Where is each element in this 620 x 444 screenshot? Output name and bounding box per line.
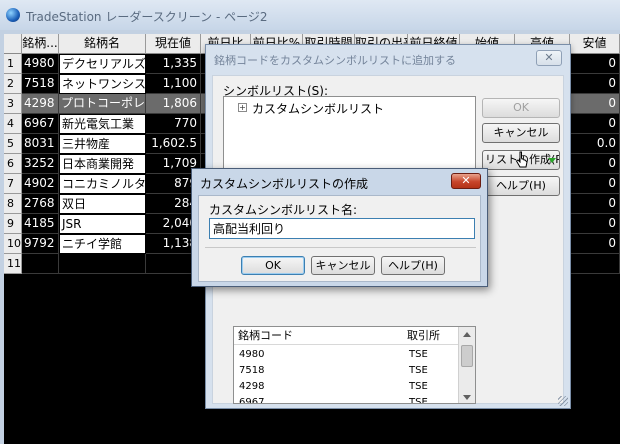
dialog-body: カスタムシンボルリスト名: OK キャンセル ヘルプ(H) xyxy=(198,195,481,282)
low-price-cell[interactable]: 0.0 xyxy=(570,134,620,154)
window-title: TradeStation レーダースクリーン - ページ2 xyxy=(26,10,268,24)
symbol-code-cell[interactable]: 9792 xyxy=(22,234,59,254)
row-number[interactable]: 5 xyxy=(4,134,22,154)
symbol-name-cell[interactable]: コニカミノルタ xyxy=(59,174,146,194)
scroll-thumb[interactable] xyxy=(461,345,473,367)
list-name-label: カスタムシンボルリスト名: xyxy=(209,203,358,217)
symbol-code-cell[interactable]: 3252 xyxy=(22,154,59,174)
row-number[interactable]: 8 xyxy=(4,194,22,214)
symbol-name-cell[interactable]: 日本商業開発 xyxy=(59,154,146,174)
symbol-code-cell[interactable]: 4185 xyxy=(22,214,59,234)
row-number[interactable]: 11 xyxy=(4,254,22,274)
column-header[interactable]: 安値 xyxy=(570,34,620,54)
list-item-code[interactable]: 7518 xyxy=(239,363,399,379)
low-price-cell[interactable]: 0 xyxy=(570,194,620,214)
title-bar[interactable]: TradeStation レーダースクリーン - ページ2 xyxy=(0,0,620,30)
ok-button[interactable]: OK xyxy=(241,256,305,275)
vertical-scrollbar[interactable] xyxy=(458,327,475,403)
row-number[interactable]: 9 xyxy=(4,214,22,234)
last-price-cell[interactable]: 1,100 xyxy=(146,74,201,94)
tree-item-custom-symbol-list[interactable]: カスタムシンボルリスト xyxy=(252,100,384,117)
row-number[interactable]: 3 xyxy=(4,94,22,114)
low-price-cell[interactable]: 0 xyxy=(570,94,620,114)
list-item-exchange[interactable]: TSE xyxy=(409,395,459,403)
scroll-up-icon[interactable] xyxy=(463,332,471,337)
scroll-down-icon[interactable] xyxy=(463,395,471,400)
symbol-name-cell[interactable]: JSR xyxy=(59,214,146,234)
list-item-exchange[interactable]: TSE xyxy=(409,379,459,395)
symbol-code-cell[interactable] xyxy=(22,254,59,274)
last-price-cell[interactable]: 1,335 xyxy=(146,54,201,74)
list-item-code[interactable]: 4298 xyxy=(239,379,399,395)
mouse-pointer-icon xyxy=(515,151,528,168)
row-number[interactable]: 4 xyxy=(4,114,22,134)
dialog-title: 銘柄コードをカスタムシンボルリストに追加する xyxy=(214,54,456,67)
last-price-cell[interactable]: 1,806 xyxy=(146,94,201,114)
low-price-cell[interactable]: 0 xyxy=(570,114,620,134)
list-item-exchange[interactable]: TSE xyxy=(409,347,459,363)
low-price-cell[interactable]: 0 xyxy=(570,74,620,94)
symbol-name-cell[interactable] xyxy=(59,254,146,274)
dialog-title: カスタムシンボルリストの作成 xyxy=(200,177,369,191)
close-icon[interactable]: ✕ xyxy=(451,173,481,189)
row-number[interactable]: 2 xyxy=(4,74,22,94)
symbol-code-list[interactable]: 銘柄コード 取引所 4980 TSE 7518 TSE 4298 TSE 6967 TSE xyxy=(233,326,476,404)
resize-grip-icon[interactable] xyxy=(558,396,568,406)
column-header-code[interactable]: 銘柄コード xyxy=(234,327,404,345)
column-header-exchange[interactable]: 取引所 xyxy=(404,327,460,345)
row-number[interactable]: 10 xyxy=(4,234,22,254)
column-header[interactable]: 現在値 xyxy=(146,34,201,54)
symbol-name-cell[interactable]: プロトコーポレーシ xyxy=(59,94,146,114)
symbol-name-cell[interactable]: 双日 xyxy=(59,194,146,214)
row-number[interactable]: 6 xyxy=(4,154,22,174)
low-price-cell[interactable]: 0 xyxy=(570,54,620,74)
symbol-code-cell[interactable]: 4298 xyxy=(22,94,59,114)
create-custom-list-dialog: カスタムシンボルリストの作成 ✕ カスタムシンボルリスト名: OK キャンセル … xyxy=(191,168,488,287)
separator xyxy=(205,247,476,248)
low-price-cell[interactable]: 0 xyxy=(570,154,620,174)
column-header[interactable]: 銘柄... xyxy=(22,34,59,54)
low-price-cell[interactable]: 0 xyxy=(570,234,620,254)
symbol-code-cell[interactable]: 6967 xyxy=(22,114,59,134)
symbol-code-cell[interactable]: 4980 xyxy=(22,54,59,74)
ok-button[interactable]: OK xyxy=(482,98,560,118)
low-price-cell[interactable]: 0 xyxy=(570,214,620,234)
last-price-cell[interactable]: 1,602.5 xyxy=(146,134,201,154)
last-price-cell[interactable]: 770 xyxy=(146,114,201,134)
low-price-cell[interactable] xyxy=(570,254,620,274)
help-button[interactable]: ヘルプ(H) xyxy=(482,176,560,196)
row-number[interactable]: 1 xyxy=(4,54,22,74)
list-item-code[interactable]: 6967 xyxy=(239,395,399,403)
help-button[interactable]: ヘルプ(H) xyxy=(381,256,445,275)
list-item-code[interactable]: 4980 xyxy=(239,347,399,363)
close-icon[interactable]: ✕ xyxy=(536,50,562,66)
column-header[interactable]: 銘柄名 xyxy=(59,34,146,54)
symbol-code-cell[interactable]: 4902 xyxy=(22,174,59,194)
cancel-button[interactable]: キャンセル xyxy=(482,123,560,143)
symbol-name-cell[interactable]: 三井物産 xyxy=(59,134,146,154)
green-dropdown-arrow-icon xyxy=(548,158,556,163)
symbol-name-cell[interactable]: 新光電気工業 xyxy=(59,114,146,134)
tree-expand-icon[interactable]: + xyxy=(238,103,247,112)
cancel-button[interactable]: キャンセル xyxy=(311,256,375,275)
symbol-name-cell[interactable]: ネットワンシステム xyxy=(59,74,146,94)
tradestation-globe-icon xyxy=(6,8,20,22)
symbol-code-cell[interactable]: 8031 xyxy=(22,134,59,154)
symbol-code-cell[interactable]: 2768 xyxy=(22,194,59,214)
list-item-exchange[interactable]: TSE xyxy=(409,363,459,379)
low-price-cell[interactable]: 0 xyxy=(570,174,620,194)
list-name-input[interactable] xyxy=(209,218,475,239)
symbol-name-cell[interactable]: デクセリアルズ xyxy=(59,54,146,74)
symbol-name-cell[interactable]: ニチイ学館 xyxy=(59,234,146,254)
grid-corner[interactable] xyxy=(4,34,22,54)
symbol-code-cell[interactable]: 7518 xyxy=(22,74,59,94)
row-number[interactable]: 7 xyxy=(4,174,22,194)
